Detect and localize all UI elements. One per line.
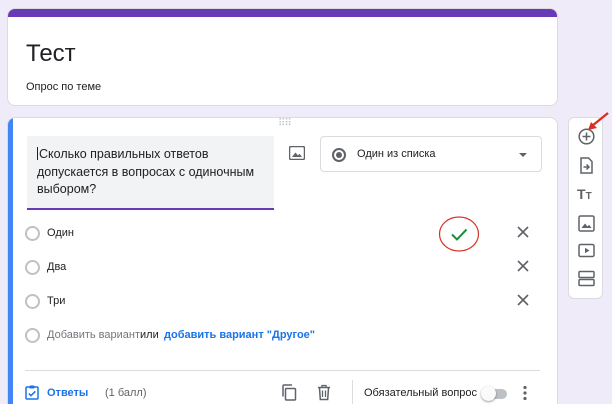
drag-handle-icon[interactable]: ⠿⠿ bbox=[278, 119, 292, 129]
radio-circle-icon bbox=[25, 226, 40, 241]
required-toggle[interactable] bbox=[481, 386, 507, 401]
question-card[interactable]: ⠿⠿ Сколько правильных ответов допускаетс… bbox=[7, 117, 558, 404]
option-label[interactable]: Один bbox=[47, 227, 74, 239]
vertical-separator bbox=[352, 380, 353, 404]
remove-option-icon[interactable] bbox=[515, 224, 531, 240]
import-questions-icon[interactable] bbox=[578, 157, 595, 174]
radio-circle-icon bbox=[25, 328, 40, 343]
add-title-icon[interactable]: TT bbox=[577, 186, 592, 202]
add-image-icon[interactable] bbox=[289, 146, 305, 160]
active-question-bar bbox=[8, 118, 13, 404]
title-glyph-small: T bbox=[585, 191, 592, 202]
add-other-option-link[interactable]: добавить вариант "Другое" bbox=[164, 329, 315, 341]
option-label[interactable]: Два bbox=[47, 261, 66, 273]
form-description[interactable]: Опрос по теме bbox=[26, 81, 101, 93]
or-label: или bbox=[140, 329, 159, 341]
text-cursor bbox=[37, 147, 38, 160]
add-image-icon[interactable] bbox=[578, 215, 595, 232]
title-glyph-big: T bbox=[577, 186, 586, 202]
radio-button-icon bbox=[332, 148, 346, 162]
question-text: Сколько правильных ответов допускается в… bbox=[37, 147, 255, 196]
annotation-arrow-icon bbox=[588, 112, 609, 130]
add-video-icon[interactable] bbox=[578, 242, 595, 259]
answer-key-icon bbox=[25, 385, 39, 400]
radio-circle-icon bbox=[25, 294, 40, 309]
remove-option-icon[interactable] bbox=[515, 292, 531, 308]
correct-answer-check-icon bbox=[438, 216, 480, 252]
answer-option[interactable]: Два bbox=[25, 258, 540, 278]
form-title-card[interactable]: Тест Опрос по теме bbox=[7, 8, 558, 106]
more-options-icon[interactable] bbox=[522, 385, 528, 401]
chevron-down-icon bbox=[519, 153, 527, 157]
form-title[interactable]: Тест bbox=[26, 40, 76, 68]
add-option-link[interactable]: Добавить вариант bbox=[47, 329, 140, 341]
add-option-row: Добавить вариант или добавить вариант "Д… bbox=[25, 326, 425, 346]
radio-circle-icon bbox=[25, 260, 40, 275]
question-text-field[interactable]: Сколько правильных ответов допускается в… bbox=[27, 136, 274, 210]
title-card-accent-bar bbox=[8, 9, 557, 17]
remove-option-icon[interactable] bbox=[515, 258, 531, 274]
add-section-icon[interactable] bbox=[578, 270, 595, 287]
answer-key-label: Ответы bbox=[47, 387, 89, 399]
question-type-label: Один из списка bbox=[357, 148, 436, 160]
option-label[interactable]: Три bbox=[47, 295, 65, 307]
answer-option[interactable]: Три bbox=[25, 292, 540, 312]
footer-divider bbox=[25, 370, 540, 371]
points-label: (1 балл) bbox=[105, 387, 147, 399]
toggle-knob bbox=[481, 386, 496, 401]
side-toolbar: TT bbox=[568, 117, 603, 299]
question-type-select[interactable]: Один из списка bbox=[320, 136, 542, 172]
duplicate-icon[interactable] bbox=[281, 384, 297, 401]
required-label: Обязательный вопрос bbox=[364, 387, 478, 399]
delete-icon[interactable] bbox=[317, 384, 331, 401]
